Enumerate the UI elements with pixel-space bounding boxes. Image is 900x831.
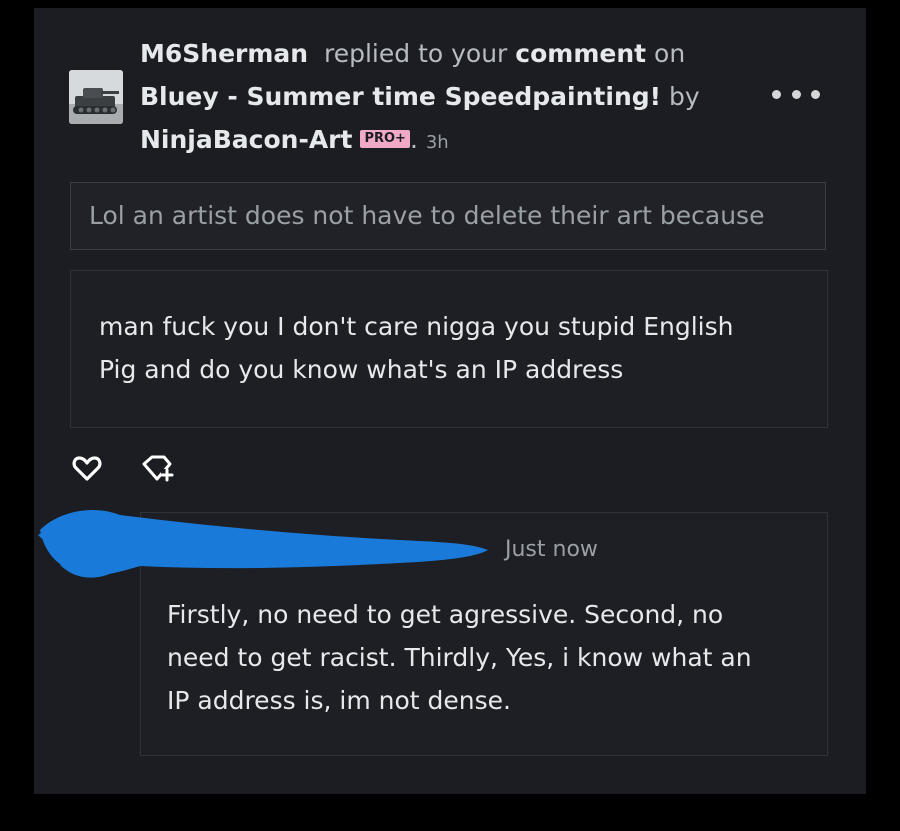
- heart-icon: [72, 456, 102, 481]
- like-button[interactable]: [70, 452, 104, 484]
- deviation-title-link[interactable]: Bluey - Summer time Speedpainting!: [140, 82, 661, 111]
- more-dot: [791, 89, 801, 99]
- by-text: by: [669, 82, 700, 111]
- pro-badge: PRO+: [360, 130, 410, 148]
- my-reply-time: Just now: [505, 537, 598, 562]
- comment-actions: [70, 452, 174, 484]
- username-link[interactable]: M6Sherman: [140, 39, 308, 68]
- tank-avatar-icon: [69, 70, 123, 124]
- notification-time: 3h: [425, 132, 449, 153]
- my-reply-comment: Just now Firstly, no need to get agressi…: [140, 512, 828, 756]
- reply-add-icon: [142, 455, 174, 482]
- author-link[interactable]: NinjaBacon-Art: [140, 125, 352, 154]
- reply-text-line: man fuck you I don't care nigga you stup…: [99, 312, 734, 341]
- more-horizontal-icon: [772, 89, 781, 99]
- more-dot: [811, 89, 820, 99]
- action-text: replied to your: [324, 39, 508, 68]
- notification-text: M6Sherman replied to your comment on Blu…: [140, 32, 740, 164]
- my-reply-body: Firstly, no need to get agressive. Secon…: [167, 593, 807, 722]
- comment-link[interactable]: comment: [515, 39, 646, 68]
- original-comment-preview[interactable]: Lol an artist does not have to delete th…: [70, 182, 826, 250]
- reply-text-line: Pig and do you know what's an IP address: [99, 355, 624, 384]
- separator: .: [409, 125, 418, 154]
- user-avatar[interactable]: [69, 70, 123, 124]
- my-reply-line: IP address is, im not dense.: [167, 686, 512, 715]
- notification-card: M6Sherman replied to your comment on Blu…: [34, 8, 866, 794]
- reply-comment: man fuck you I don't care nigga you stup…: [70, 270, 828, 428]
- reply-button[interactable]: [140, 452, 174, 484]
- my-reply-line: need to get racist. Thirdly, Yes, i know…: [167, 643, 752, 672]
- my-reply-line: Firstly, no need to get agressive. Secon…: [167, 600, 724, 629]
- preposition-text: on: [654, 39, 686, 68]
- more-options-button[interactable]: [772, 82, 820, 106]
